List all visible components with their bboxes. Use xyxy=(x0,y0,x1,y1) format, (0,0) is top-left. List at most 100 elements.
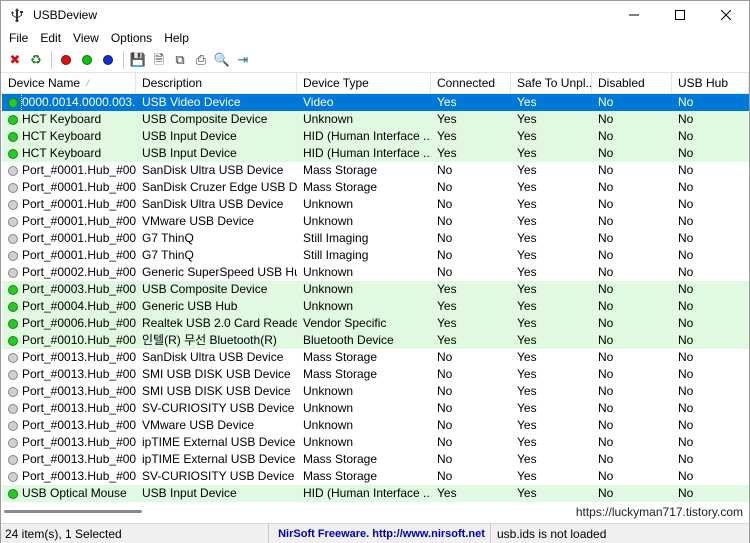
table-row[interactable]: Port_#0003.Hub_#00... USB Composite Devic… xyxy=(2,281,749,298)
safe-to-unplug-cell: Yes xyxy=(517,129,537,143)
connected-status-icon xyxy=(8,148,18,159)
column-header-connected[interactable]: Connected xyxy=(431,73,511,94)
usb-hub-cell: No xyxy=(678,214,694,228)
device-name: USB Optical Mouse xyxy=(22,486,127,500)
connected-cell: Yes xyxy=(437,112,457,126)
usb-hub-cell: No xyxy=(678,316,694,330)
safe-to-unplug-cell: Yes xyxy=(517,367,537,381)
connect-button[interactable] xyxy=(77,50,97,70)
device-name-cell: Port_#0013.Hub_#00... xyxy=(2,417,136,434)
table-row[interactable]: Port_#0013.Hub_#00... SV-CURIOSITY USB De… xyxy=(2,468,749,485)
table-row[interactable]: Port_#0001.Hub_#00... G7 ThinQ Still Imagi… xyxy=(2,230,749,247)
column-header-description[interactable]: Description xyxy=(136,73,297,94)
table-row[interactable]: Port_#0001.Hub_#00... SanDisk Ultra USB D… xyxy=(2,162,749,179)
properties-button[interactable]: 🗎 xyxy=(149,50,169,70)
disconnected-status-icon xyxy=(8,369,18,380)
usb-hub-cell: No xyxy=(678,384,694,398)
device-type-cell: Mass Storage xyxy=(303,367,378,381)
device-list[interactable]: Device Name ⁄ Description Device Type Connec… xyxy=(2,73,749,503)
delete-button[interactable]: ✖ xyxy=(5,50,25,70)
table-row[interactable]: USB Optical Mouse USB Input Device HID (Hu… xyxy=(2,485,749,502)
disconnect-button[interactable] xyxy=(56,50,76,70)
table-row[interactable]: Port_#0006.Hub_#00... Realtek USB 2.0 Car… xyxy=(2,315,749,332)
connected-status-icon xyxy=(8,131,18,142)
minimize-button[interactable] xyxy=(611,1,657,29)
usb-hub-cell: No xyxy=(678,282,694,296)
safe-to-unplug-cell: Yes xyxy=(517,299,537,313)
device-name: HCT Keyboard xyxy=(22,129,102,143)
usb-hub-cell: No xyxy=(678,231,694,245)
html-report-icon: ⎙ xyxy=(195,51,207,67)
safe-to-unplug-cell: Yes xyxy=(517,316,537,330)
usb-hub-cell: No xyxy=(678,350,694,364)
table-row[interactable]: HCT Keyboard USB Input Device HID (Human I… xyxy=(2,128,749,145)
description-cell: USB Input Device xyxy=(142,146,237,160)
description-cell: SMI USB DISK USB Device xyxy=(142,384,291,398)
table-row[interactable]: HCT Keyboard USB Composite Device Unknown Y… xyxy=(2,111,749,128)
find-button[interactable]: 🔍 xyxy=(212,50,232,70)
scrollbar-thumb[interactable] xyxy=(4,510,142,513)
exit-button[interactable]: ⇥ xyxy=(233,50,253,70)
nirsoft-link[interactable]: NirSoft Freeware. http://www.nirsoft.net xyxy=(269,524,491,543)
table-row[interactable]: 0000.0014.0000.003.... USB Video Device Vi… xyxy=(2,94,749,111)
device-type-cell: Mass Storage xyxy=(303,163,378,177)
column-header-disabled[interactable]: Disabled xyxy=(592,73,672,94)
enable-button[interactable] xyxy=(98,50,118,70)
connected-status-icon xyxy=(8,301,18,312)
table-row[interactable]: Port_#0013.Hub_#00... SMI USB DISK USB De… xyxy=(2,383,749,400)
device-type-cell: Still Imaging xyxy=(303,231,369,245)
table-row[interactable]: Port_#0002.Hub_#00... Generic SuperSpeed … xyxy=(2,264,749,281)
connected-cell: No xyxy=(437,435,453,449)
connected-status-icon xyxy=(8,488,18,499)
usb-hub-cell: No xyxy=(678,197,694,211)
table-row[interactable]: Port_#0013.Hub_#00... ipTIME External USB… xyxy=(2,434,749,451)
usb-hub-cell: No xyxy=(678,299,694,313)
device-name-cell: Port_#0001.Hub_#00... xyxy=(2,162,136,179)
disabled-cell: No xyxy=(598,435,614,449)
table-row[interactable]: Port_#0001.Hub_#00... SanDisk Ultra USB D… xyxy=(2,196,749,213)
table-row[interactable]: Port_#0001.Hub_#00... SanDisk Cruzer Edge… xyxy=(2,179,749,196)
table-row[interactable]: Port_#0013.Hub_#00... ipTIME External USB… xyxy=(2,451,749,468)
usb-hub-cell: No xyxy=(678,146,694,160)
table-row[interactable]: Port_#0004.Hub_#00... Generic USB Hub Unkn… xyxy=(2,298,749,315)
column-header-usb-hub[interactable]: USB Hub xyxy=(672,73,749,94)
menu-edit[interactable]: Edit xyxy=(34,29,67,47)
disabled-cell: No xyxy=(598,146,614,160)
device-type-cell: Still Imaging xyxy=(303,248,369,262)
table-row[interactable]: Port_#0013.Hub_#00... SanDisk Ultra USB D… xyxy=(2,349,749,366)
usb-hub-cell: No xyxy=(678,401,694,415)
toolbar: ✖ ♻ 💾 🗎 ⧉ ⎙ 🔍 ⇥ xyxy=(1,47,749,73)
menu-view[interactable]: View xyxy=(67,29,105,47)
table-row[interactable]: Port_#0013.Hub_#00... SMI USB DISK USB De… xyxy=(2,366,749,383)
table-row[interactable]: Port_#0013.Hub_#00... VMware USB Device Un… xyxy=(2,417,749,434)
table-row[interactable]: Port_#0010.Hub_#00... 인텔(R) 무선 Bluetooth(… xyxy=(2,332,749,349)
close-button[interactable] xyxy=(703,1,749,29)
connected-cell: Yes xyxy=(437,486,457,500)
uninstall-button[interactable]: ♻ xyxy=(26,50,46,70)
safe-to-unplug-cell: Yes xyxy=(517,265,537,279)
table-row[interactable]: HCT Keyboard USB Input Device HID (Human I… xyxy=(2,145,749,162)
column-header-device-type[interactable]: Device Type xyxy=(297,73,431,94)
description-cell: SV-CURIOSITY USB Device xyxy=(142,469,295,483)
table-row[interactable]: Port_#0001.Hub_#00... G7 ThinQ Still Imagi… xyxy=(2,247,749,264)
status-item-count: 24 item(s), 1 Selected xyxy=(1,524,269,543)
menu-bar: File Edit View Options Help xyxy=(1,29,749,47)
disabled-cell: No xyxy=(598,469,614,483)
menu-help[interactable]: Help xyxy=(158,29,195,47)
description-cell: USB Composite Device xyxy=(142,282,268,296)
device-name-cell: Port_#0001.Hub_#00... xyxy=(2,247,136,264)
disabled-cell: No xyxy=(598,316,614,330)
connected-cell: Yes xyxy=(437,316,457,330)
column-header-device-name[interactable]: Device Name ⁄ xyxy=(2,73,136,94)
column-header-safe-to-unpl[interactable]: Safe To Unpl... xyxy=(511,73,592,94)
menu-options[interactable]: Options xyxy=(105,29,158,47)
description-cell: G7 ThinQ xyxy=(142,231,194,245)
table-row[interactable]: Port_#0001.Hub_#00... VMware USB Device Un… xyxy=(2,213,749,230)
save-button[interactable]: 💾 xyxy=(128,50,148,70)
device-name: Port_#0001.Hub_#00... xyxy=(22,197,136,211)
copy-button[interactable]: ⧉ xyxy=(170,50,190,70)
html-report-button[interactable]: ⎙ xyxy=(191,50,211,70)
menu-file[interactable]: File xyxy=(3,29,34,47)
table-row[interactable]: Port_#0013.Hub_#00... SV-CURIOSITY USB De… xyxy=(2,400,749,417)
maximize-button[interactable] xyxy=(657,1,703,29)
